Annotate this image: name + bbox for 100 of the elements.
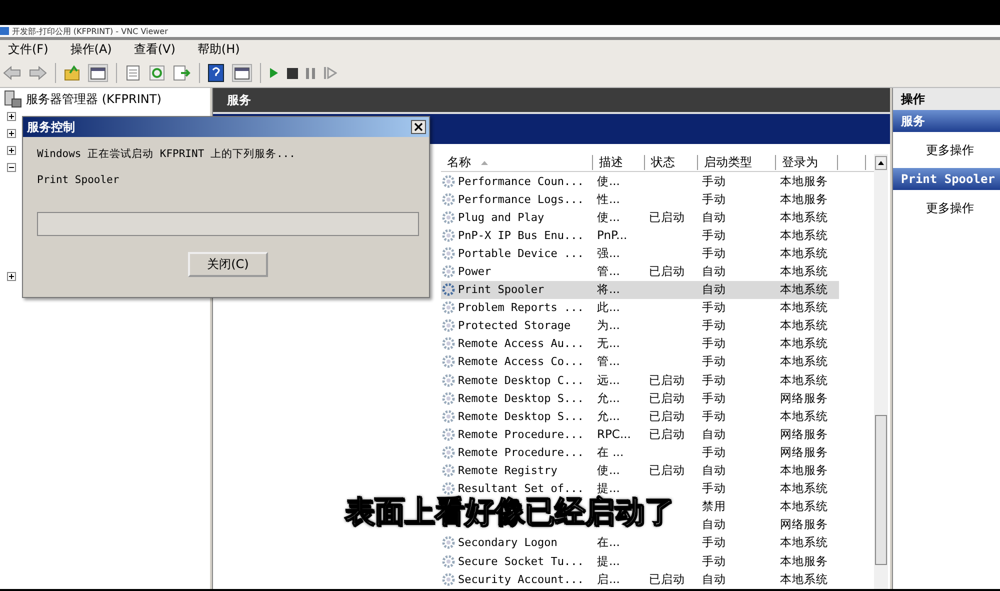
- service-name: Secure Socket Tu...: [458, 554, 584, 568]
- table-cell: 手动: [702, 318, 726, 334]
- table-cell: 无...: [597, 336, 620, 352]
- table-cell: 远...: [597, 372, 620, 388]
- table-cell: 本地服务: [780, 554, 828, 569]
- table-cell: 在 ...: [597, 444, 624, 460]
- service-name: Remote Registry: [458, 464, 558, 478]
- menu-item[interactable]: 查看(V): [134, 41, 176, 58]
- pause-icon[interactable]: [306, 68, 316, 78]
- service-name: Power: [458, 265, 492, 278]
- table-cell: 性...: [597, 192, 620, 207]
- expand-icon[interactable]: [7, 129, 16, 138]
- table-cell: 手动: [702, 354, 726, 370]
- tree-item[interactable]: 服务器管理器 (KFPRINT): [26, 90, 162, 108]
- close-button[interactable]: 关闭(C): [188, 252, 268, 277]
- table-cell: 已启动: [649, 210, 685, 225]
- close-icon[interactable]: [411, 120, 426, 134]
- column-header[interactable]: 状态: [645, 155, 698, 170]
- table-cell: 自动: [702, 282, 726, 298]
- table-cell: 本地系统: [780, 264, 828, 280]
- table-cell: 自动: [702, 264, 726, 280]
- gear-icon: [442, 355, 455, 368]
- scroll-up-icon[interactable]: [875, 156, 887, 170]
- table-cell: 自动: [702, 426, 726, 442]
- table-cell: 自动: [702, 572, 726, 587]
- folder-up-icon[interactable]: [64, 65, 80, 81]
- window-title: 开发部-打印公用 (KFPRINT) - VNC Viewer: [12, 26, 168, 36]
- vnc-icon: [0, 27, 9, 35]
- table-cell: 本地系统: [780, 228, 828, 243]
- gear-icon: [442, 337, 455, 350]
- table-cell-text: 提...: [597, 481, 620, 496]
- table-cell: 手动: [702, 481, 726, 496]
- subtitle: 表面上看好像已经启动了: [345, 498, 675, 528]
- table-cell: 本地系统: [780, 336, 828, 352]
- menu-item[interactable]: 帮助(H): [197, 41, 240, 58]
- gear-icon: [442, 446, 455, 459]
- scroll-thumb[interactable]: [875, 415, 887, 565]
- table-cell: 自动: [702, 517, 726, 532]
- column-header[interactable]: 登录为: [776, 155, 838, 170]
- table-cell: 本地服务: [780, 463, 828, 478]
- table-cell: 禁用: [702, 499, 726, 514]
- table-cell: 使...: [597, 463, 620, 478]
- expand-icon[interactable]: [7, 272, 16, 281]
- table-cell: 网络服务: [780, 390, 828, 406]
- gear-icon: [442, 301, 455, 314]
- table-cell: 已启动: [649, 390, 685, 406]
- selected-row[interactable]: Print Spooler 将... 自动 本地系统: [441, 280, 839, 299]
- section-header[interactable]: 服务: [893, 110, 1000, 132]
- table-cell: 允...: [597, 408, 620, 424]
- service-name: Performance Coun...: [458, 174, 584, 188]
- column-header[interactable]: 启动类型: [698, 155, 776, 170]
- panel-title: 服务: [227, 92, 251, 108]
- service-name: Remote Desktop C...: [458, 374, 584, 387]
- table-cell: 手动: [702, 554, 726, 569]
- table-cell: 已启动: [649, 408, 685, 424]
- menu-item[interactable]: 操作(A): [70, 41, 112, 58]
- play-icon[interactable]: [269, 67, 279, 79]
- table-cell: 手动: [702, 300, 726, 316]
- section-header[interactable]: Print Spooler: [893, 168, 1000, 190]
- menu-item[interactable]: 文件(F): [8, 41, 48, 58]
- refresh-icon[interactable]: [149, 65, 165, 81]
- gear-icon: [442, 392, 455, 405]
- gear-icon: [442, 319, 455, 332]
- table-cell: 允...: [597, 390, 620, 406]
- column-header[interactable]: 名称: [441, 155, 593, 170]
- table-cell: 自动: [702, 210, 726, 225]
- table-cell: 自动: [702, 463, 726, 478]
- column-header[interactable]: 描述: [593, 155, 645, 170]
- table-cell: 网络服务: [780, 444, 828, 460]
- document-icon[interactable]: [125, 65, 141, 81]
- action-link[interactable]: 更多操作: [926, 142, 974, 158]
- service-name: Secondary Logon: [458, 536, 558, 550]
- table-cell: 本地系统: [780, 282, 828, 298]
- pane-icon[interactable]: [232, 64, 252, 82]
- export-icon[interactable]: [173, 65, 191, 81]
- action-link[interactable]: 更多操作: [926, 200, 974, 216]
- expand-icon[interactable]: [7, 112, 16, 121]
- table-cell: 手动: [702, 535, 726, 550]
- gear-icon: [442, 210, 455, 224]
- stop-icon[interactable]: [287, 68, 298, 78]
- table-cell: 本地服务: [780, 174, 828, 189]
- table-cell: 手动: [702, 390, 726, 406]
- table-cell: 使...: [597, 174, 620, 189]
- table-cell: 本地服务: [780, 192, 828, 207]
- back-arrow-icon[interactable]: [3, 66, 21, 80]
- table-cell: 手动: [702, 408, 726, 424]
- collapse-icon[interactable]: [7, 163, 16, 172]
- help-icon[interactable]: [208, 64, 224, 82]
- scrollbar[interactable]: [874, 154, 888, 591]
- table-cell: 强...: [597, 246, 620, 261]
- forward-arrow-icon[interactable]: [29, 66, 47, 80]
- service-name: PnP-X IP Bus Enu...: [458, 228, 584, 242]
- expand-icon[interactable]: [7, 146, 16, 155]
- service-name: Portable Device ...: [458, 246, 584, 260]
- table-cell: 手动: [702, 336, 726, 352]
- dialog-title: 服务控制: [27, 118, 75, 136]
- service-name: Remote Access Co...: [458, 355, 584, 368]
- table-cell: 手动: [702, 372, 726, 388]
- pane-icon[interactable]: [88, 64, 108, 82]
- table-cell: 已启动: [649, 426, 685, 442]
